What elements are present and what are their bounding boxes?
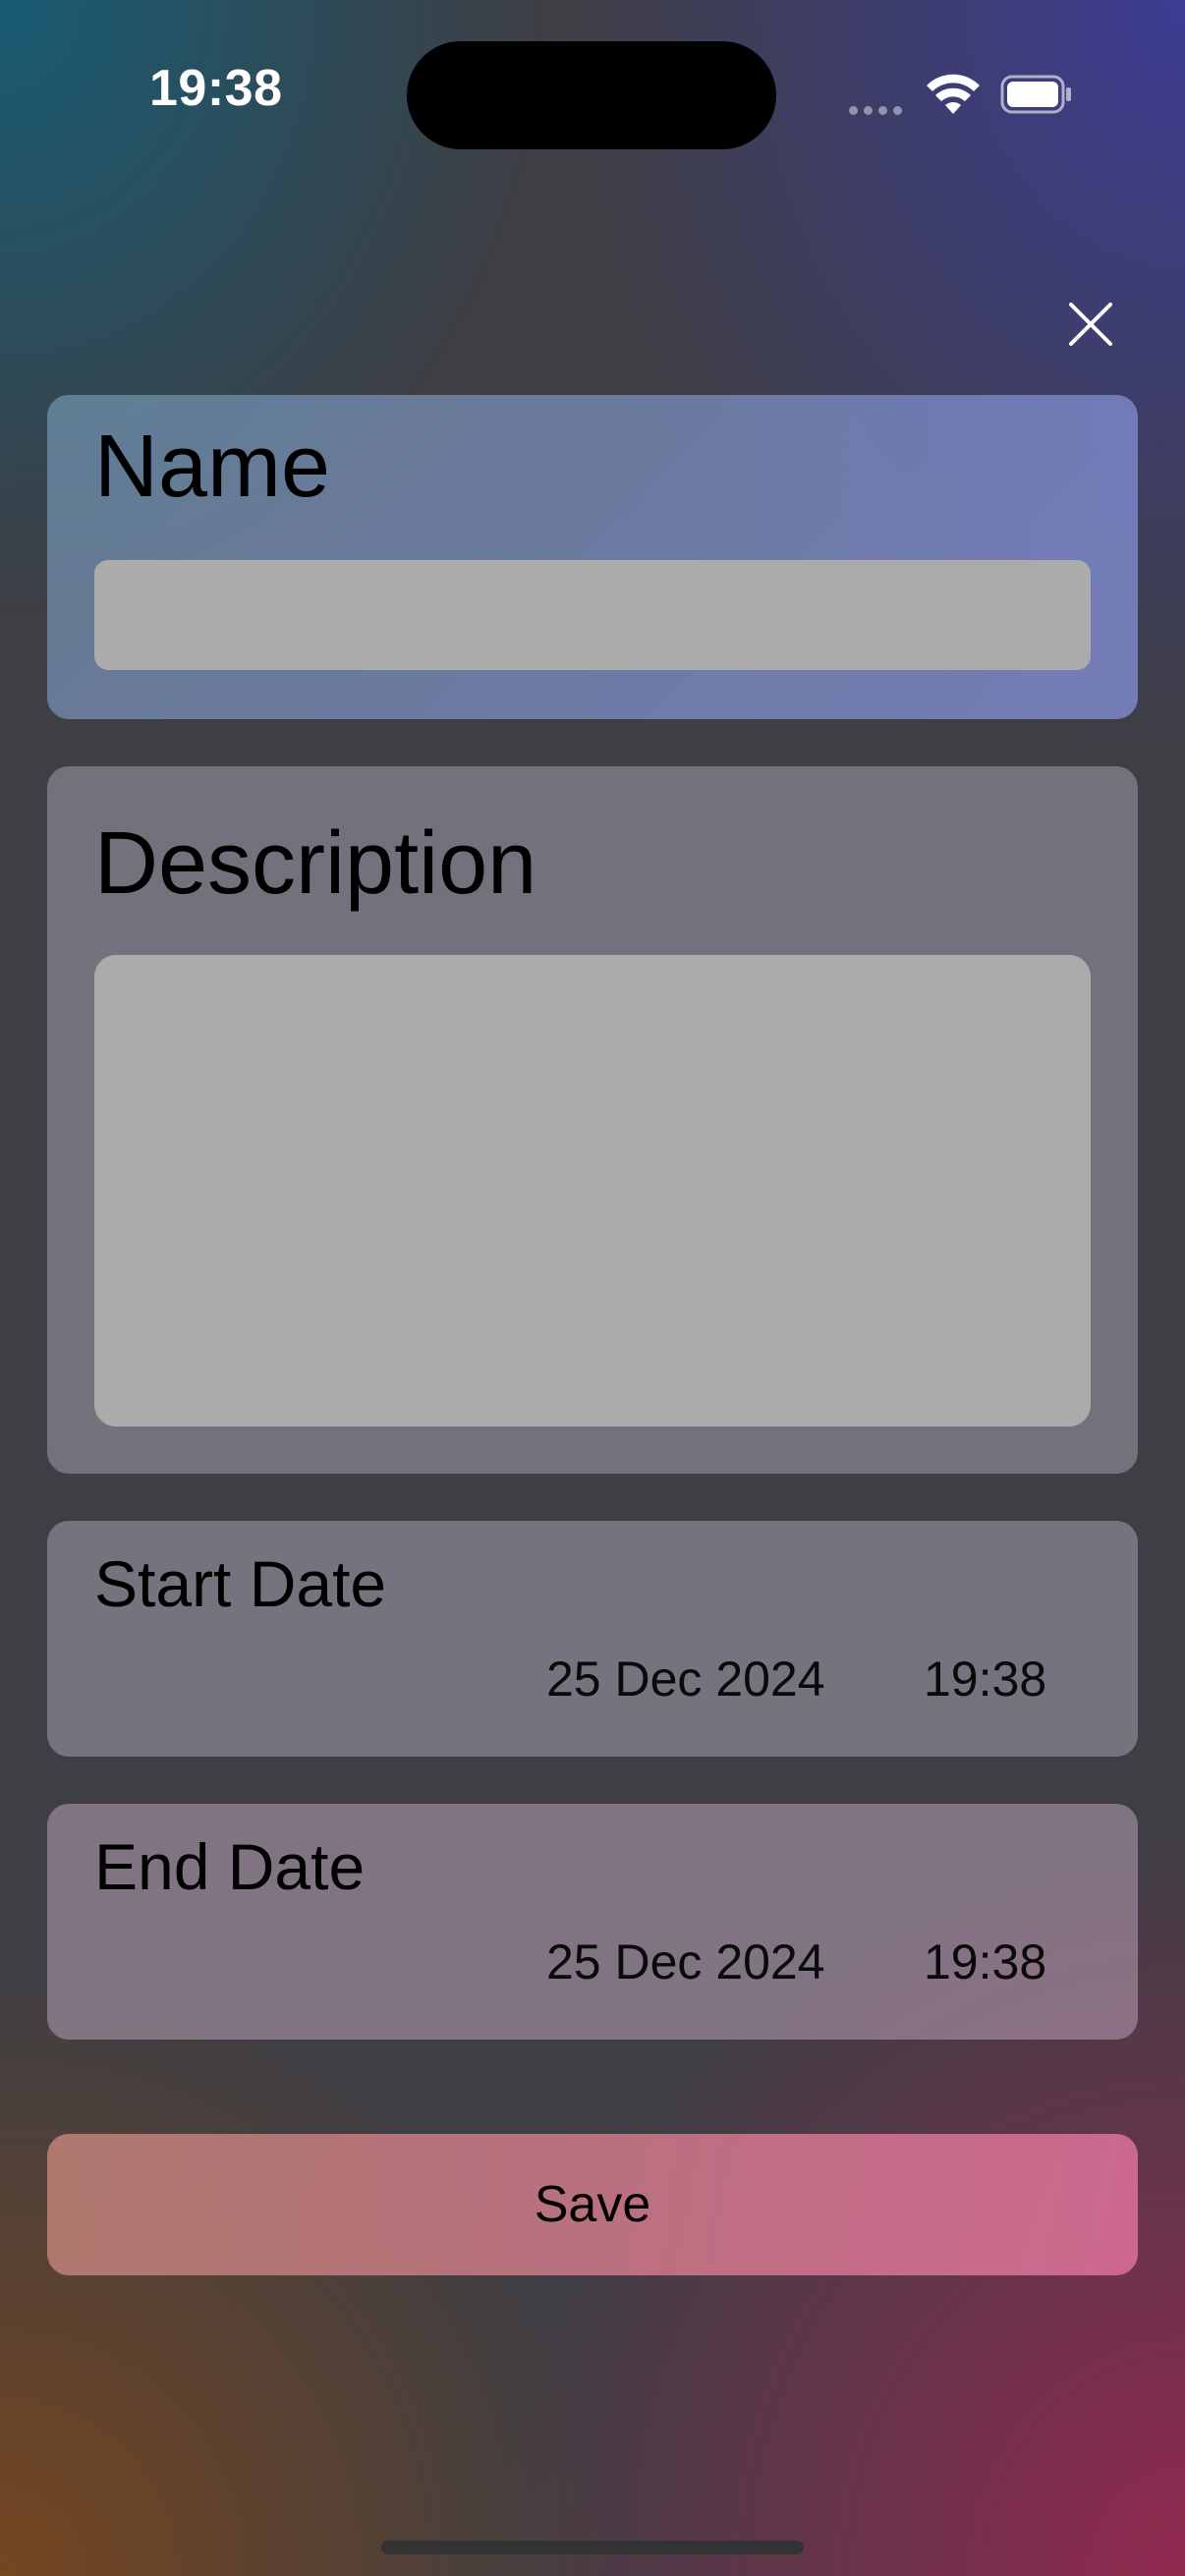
start-date-label: Start Date bbox=[94, 1547, 387, 1620]
home-indicator bbox=[381, 2541, 804, 2554]
start-date-card: Start Date 25 Dec 2024 19:38 bbox=[47, 1521, 1138, 1757]
description-label: Description bbox=[94, 814, 537, 913]
name-label: Name bbox=[94, 418, 331, 516]
end-date-picker[interactable]: 25 Dec 2024 bbox=[546, 1933, 825, 1990]
dynamic-island bbox=[407, 41, 776, 149]
end-date-card: End Date 25 Dec 2024 19:38 bbox=[47, 1804, 1138, 2040]
close-button[interactable] bbox=[1063, 297, 1118, 352]
start-time-picker[interactable]: 19:38 bbox=[924, 1651, 1046, 1708]
description-card: Description bbox=[47, 766, 1138, 1474]
end-date-label: End Date bbox=[94, 1830, 366, 1903]
name-input[interactable] bbox=[94, 560, 1091, 670]
close-icon bbox=[1069, 303, 1112, 346]
end-time-picker[interactable]: 19:38 bbox=[924, 1933, 1046, 1990]
name-card: Name bbox=[47, 395, 1138, 719]
battery-icon bbox=[1000, 75, 1073, 114]
save-button[interactable]: Save bbox=[47, 2134, 1138, 2275]
status-time: 19:38 bbox=[149, 60, 283, 117]
signal-dots-icon bbox=[849, 102, 908, 115]
description-input[interactable] bbox=[94, 955, 1091, 1427]
wifi-icon bbox=[926, 71, 981, 116]
start-date-picker[interactable]: 25 Dec 2024 bbox=[546, 1651, 825, 1708]
